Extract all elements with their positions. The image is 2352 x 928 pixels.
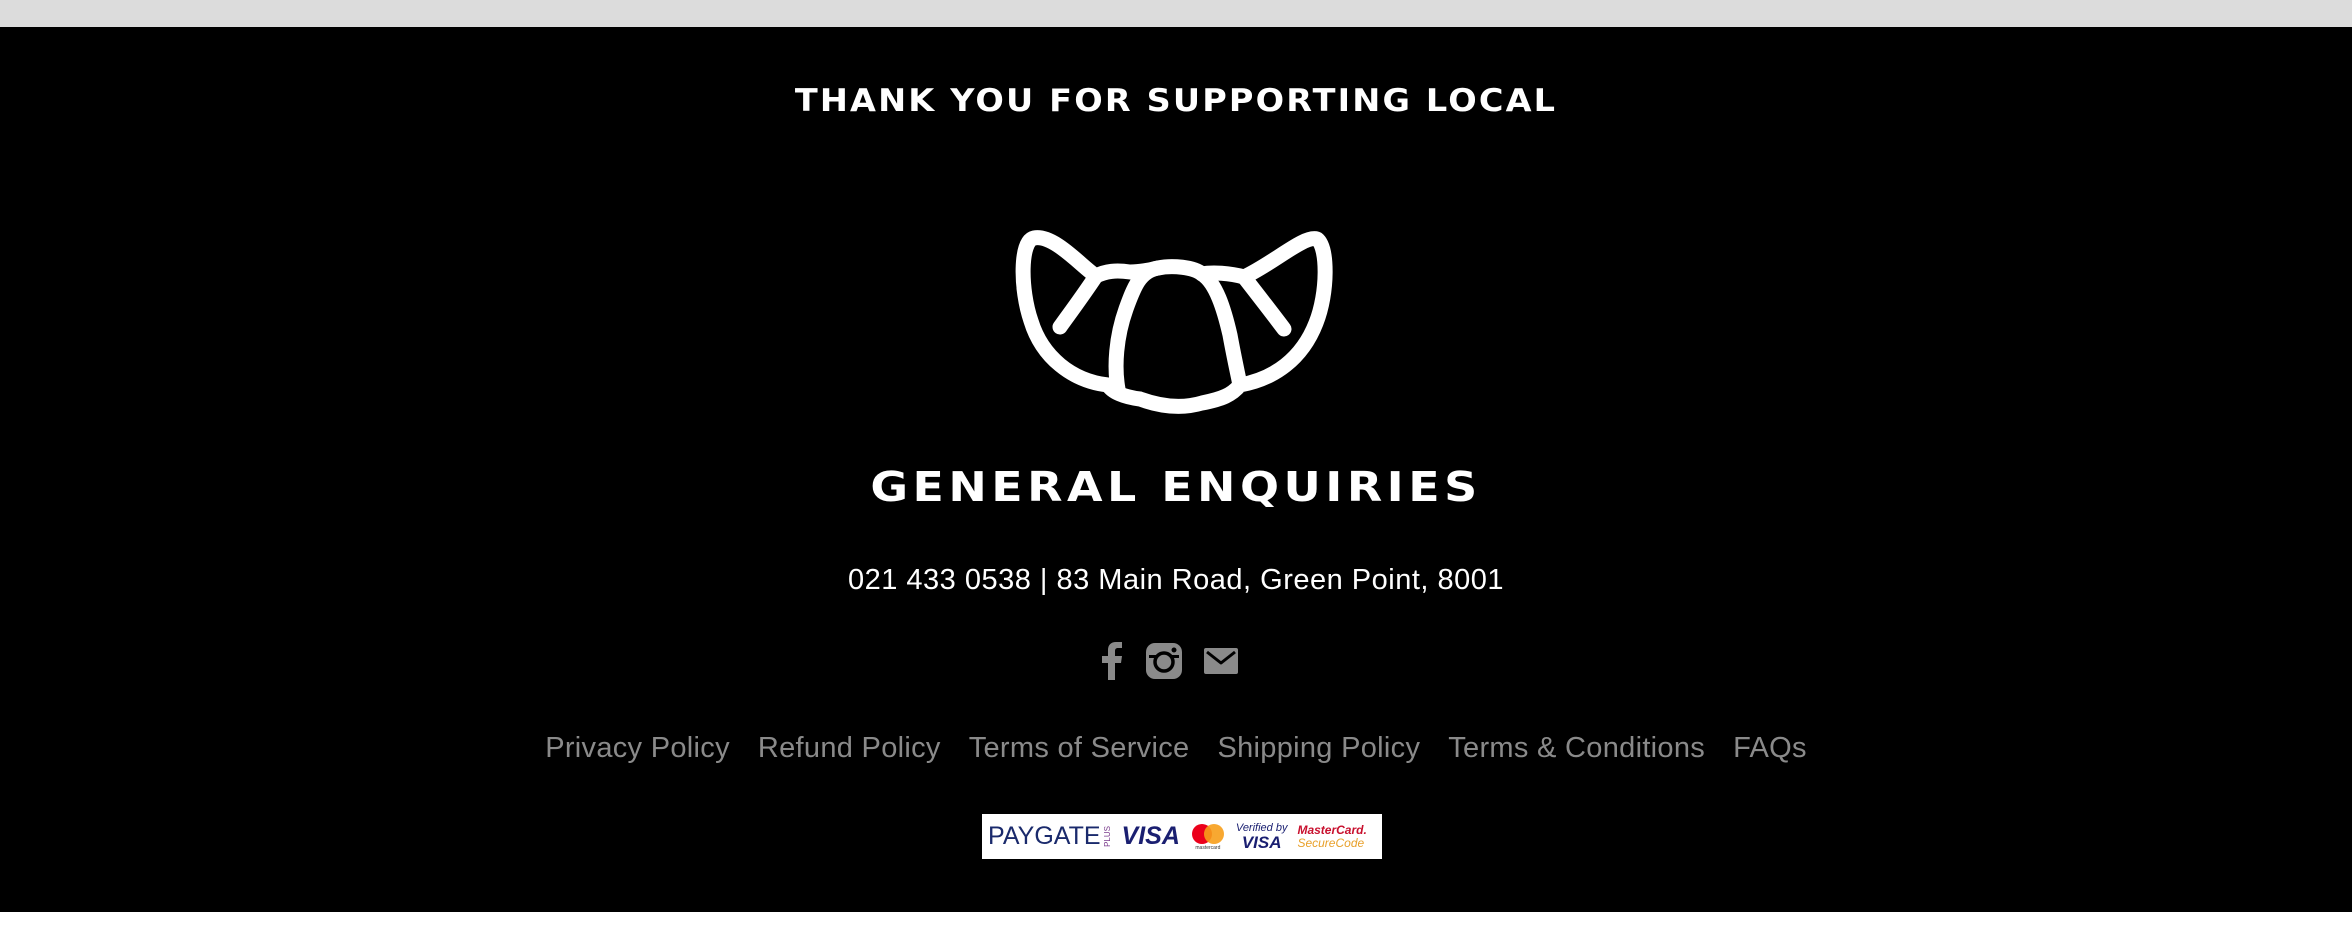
terms-conditions-link[interactable]: Terms & Conditions <box>1448 732 1705 765</box>
paygate-logo: PAYGATE <box>988 822 1101 850</box>
facebook-icon[interactable] <box>1100 641 1124 685</box>
mastercard-wordmark: mastercard <box>1195 844 1221 851</box>
social-links <box>1100 641 1260 685</box>
top-strip <box>0 0 2352 27</box>
site-footer: THANK YOU FOR SUPPORTING LOCAL GENERAL E… <box>0 27 2352 912</box>
mastercard-securecode-bottom: SecureCode <box>1297 835 1365 850</box>
payment-methods-badge: PAYGATE PLUS VISA mastercard Verified by… <box>982 814 1382 859</box>
visa-logo: VISA <box>1121 822 1180 850</box>
verified-by-label: Verified by <box>1235 821 1288 834</box>
mail-icon[interactable] <box>1204 647 1238 679</box>
bottom-strip <box>0 912 2352 928</box>
policy-links: Privacy Policy Refund Policy Terms of Se… <box>0 732 2352 765</box>
faqs-link[interactable]: FAQs <box>1733 732 1807 765</box>
footer-tagline: THANK YOU FOR SUPPORTING LOCAL <box>794 83 1558 119</box>
general-enquiries-heading: GENERAL ENQUIRIES <box>870 463 1482 511</box>
verified-by-visa-logo: Verified by VISA <box>1235 821 1288 852</box>
verified-visa-label: VISA <box>1241 832 1282 852</box>
shipping-policy-link[interactable]: Shipping Policy <box>1217 732 1420 765</box>
mastercard-logo: mastercard <box>1190 823 1226 851</box>
privacy-policy-link[interactable]: Privacy Policy <box>545 732 730 765</box>
mastercard-securecode-top: MasterCard. <box>1297 822 1367 837</box>
terms-of-service-link[interactable]: Terms of Service <box>969 732 1190 765</box>
croissant-icon <box>1015 230 1333 414</box>
contact-details: 021 433 0538 | 83 Main Road, Green Point… <box>847 564 1505 596</box>
mastercard-securecode-logo: MasterCard. SecureCode <box>1297 824 1366 849</box>
instagram-icon[interactable] <box>1146 642 1182 684</box>
paygate-plus-label: PLUS <box>1102 826 1112 847</box>
refund-policy-link[interactable]: Refund Policy <box>758 732 941 765</box>
